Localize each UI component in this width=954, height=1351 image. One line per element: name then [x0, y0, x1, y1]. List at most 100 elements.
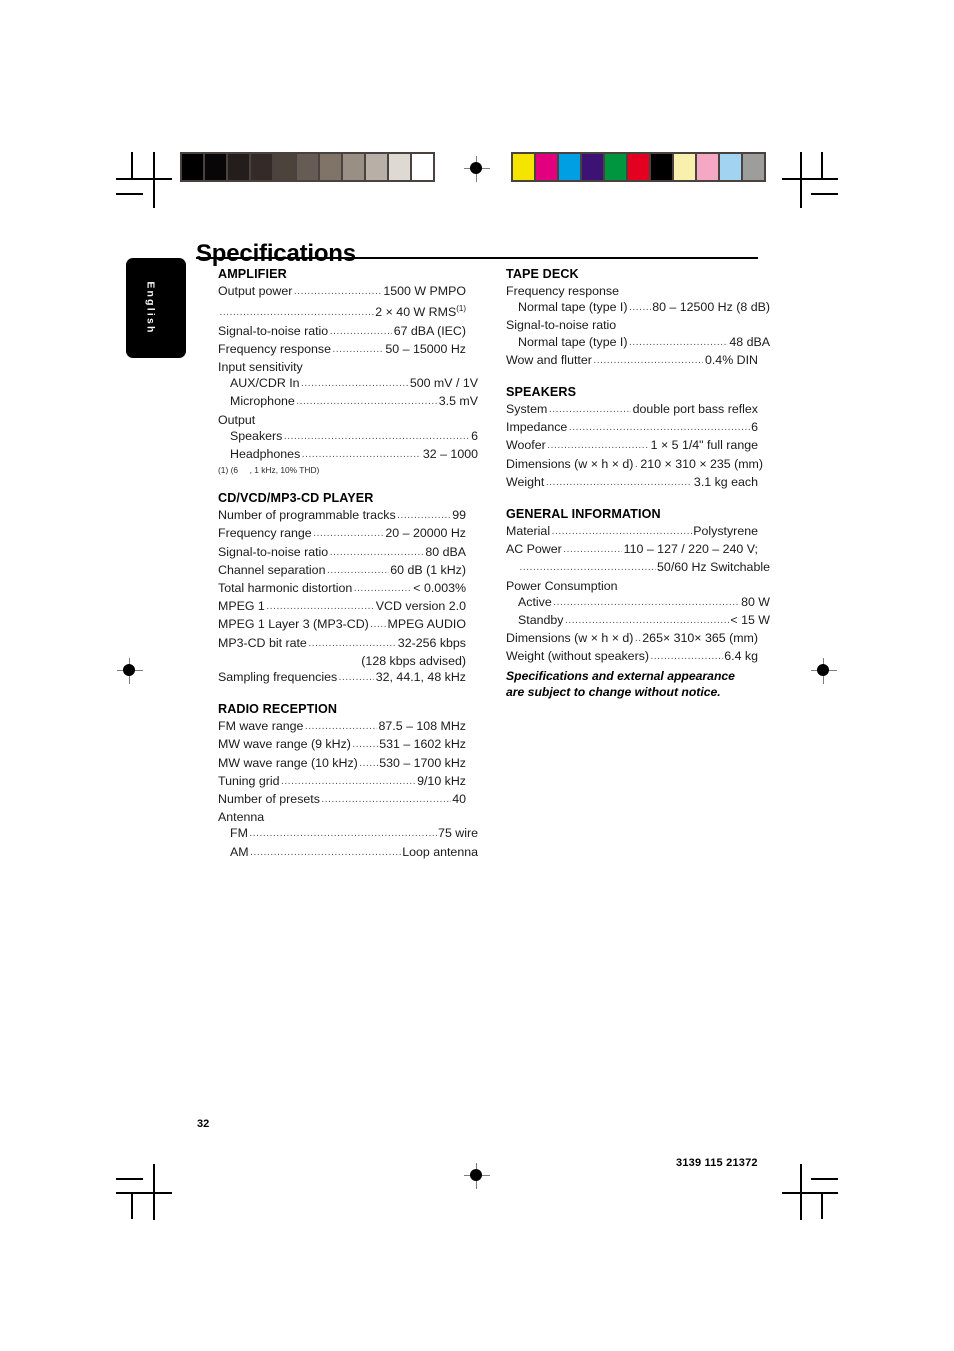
- spec-value: 2 × 40 W RMS(1): [375, 304, 466, 320]
- crop-mark-top-left-vertical: [153, 152, 155, 208]
- crop-mark-bottom-left-outer-vertical: [131, 1192, 133, 1219]
- spec-label: Headphones: [230, 446, 301, 461]
- spec-row: Dimensions (w × h × d) 210 × 310 × 235 (m…: [506, 456, 763, 474]
- calibration-patch: [605, 154, 626, 180]
- section-heading-amplifier: AMPLIFIER: [218, 267, 287, 281]
- spec-label: Standby: [518, 613, 564, 628]
- leader-dots: [301, 376, 408, 392]
- spec-value: 75 wire: [438, 826, 478, 841]
- leader-dots: [332, 342, 383, 358]
- leader-dots: [249, 826, 436, 842]
- section-rows-tape-deck: Frequency response Normal tape (type I) 80…: [506, 283, 770, 370]
- section-rows-speakers: System double port bass reflex Impedance 6 W…: [506, 401, 763, 492]
- section-heading-general-information: GENERAL INFORMATION: [506, 507, 661, 522]
- spec-label: Output power: [218, 284, 293, 298]
- spec-value: 40: [452, 792, 466, 806]
- registration-target-left: [117, 658, 143, 684]
- spec-label: MPEG 1: [218, 599, 265, 614]
- spec-label: FM wave range: [218, 719, 304, 734]
- spec-value: 80 dBA: [425, 544, 466, 559]
- spec-value: 500 mV / 1V: [409, 376, 478, 391]
- spec-value: Loop antenna: [402, 844, 478, 859]
- spec-label: AM: [230, 844, 249, 859]
- spec-label: Number of presets: [218, 792, 320, 806]
- spec-row: Signal-to-noise ratio 80 dBA: [218, 544, 466, 562]
- section-rows-radio: FM wave range 87.5 – 108 MHz MW wave range…: [218, 718, 478, 862]
- spec-value: 50 – 15000 Hz: [385, 341, 466, 356]
- spec-value: 50/60 Hz Switchable: [657, 560, 770, 575]
- spec-value: 67 dBA (IEC): [393, 323, 466, 338]
- leader-dots: [302, 447, 422, 463]
- title-divider: [196, 257, 758, 260]
- spec-label: Active: [518, 594, 552, 609]
- leader-dots: [629, 335, 728, 351]
- spec-row: Number of programmable tracks 99: [218, 507, 466, 525]
- spec-value: 210 × 310 × 235 (mm): [640, 456, 764, 471]
- spec-row: MP3-CD bit rate 32-256 kbps: [218, 635, 466, 653]
- spec-row: Wow and flutter 0.4% DIN: [506, 352, 758, 370]
- spec-value: 3.5 mV: [438, 394, 478, 409]
- spec-row: Headphones 32 – 1000: [218, 446, 478, 464]
- spec-label: Normal tape (type I): [518, 334, 628, 349]
- spec-row: Microphone 3.5 mV: [218, 393, 478, 411]
- calibration-patch: [674, 154, 695, 180]
- spec-row: 50/60 Hz Switchable: [506, 559, 770, 577]
- spec-row: MW wave range (10 kHz) 530 – 1700 kHz: [218, 755, 466, 773]
- calibration-patch: [228, 154, 249, 180]
- crop-mark-bottom-right-outer-horizontal: [811, 1178, 838, 1180]
- leader-dots: [651, 649, 723, 665]
- spec-label: Number of programmable tracks: [218, 508, 396, 523]
- spec-label: Frequency response: [218, 341, 331, 356]
- spec-label: Signal-to-noise ratio: [218, 544, 329, 559]
- leader-dots: [520, 560, 656, 576]
- spec-label: Impedance: [506, 420, 568, 435]
- spec-row: Active 80 W: [506, 594, 770, 612]
- calibration-patch: [651, 154, 672, 180]
- language-tab: English: [126, 258, 186, 358]
- leader-dots: [305, 719, 377, 735]
- spec-label: Woofer: [506, 438, 546, 453]
- calibration-patch: [536, 154, 557, 180]
- spec-label: Wow and flutter: [506, 352, 592, 367]
- spec-row: AC Power 110 – 127 / 220 – 240 V;: [506, 541, 758, 559]
- leader-dots: [354, 581, 412, 597]
- spec-value: 87.5 – 108 MHz: [378, 719, 466, 734]
- calibration-patch: [251, 154, 272, 180]
- spec-value: 9/10 kHz: [417, 773, 466, 788]
- page-number: 32: [197, 1118, 210, 1130]
- spec-value: 48 dBA: [729, 334, 770, 349]
- leader-dots: [359, 756, 377, 772]
- leader-dots: [397, 508, 451, 524]
- spec-label: Signal-to-noise ratio: [218, 323, 329, 338]
- spec-row: Channel separation 60 dB (1 kHz): [218, 562, 466, 580]
- calibration-patch: [582, 154, 603, 180]
- spec-value: 6: [471, 428, 478, 443]
- spec-row: Standby < 15 W: [506, 612, 770, 630]
- leader-dots: [330, 324, 392, 340]
- section-rows-amplifier: Output power 1500 W PMPO 2 × 40 W RMS(1) Si…: [218, 283, 478, 464]
- spec-label: Frequency range: [218, 526, 312, 541]
- leader-dots: [284, 429, 470, 445]
- leader-dots: [330, 545, 424, 561]
- spec-value: < 0.003%: [413, 580, 466, 595]
- color-calibration-strip: [511, 152, 766, 182]
- section-rows-cd-player: Number of programmable tracks 99 Frequency…: [218, 507, 466, 687]
- leader-dots: [281, 774, 416, 790]
- spec-label: Normal tape (type I): [518, 300, 628, 315]
- spec-value: 3.1 kg each: [693, 474, 758, 489]
- spec-value: 6: [751, 420, 758, 435]
- right-spec-column: TAPE DECK Frequency response Normal tape …: [506, 266, 770, 667]
- crop-mark-top-right-vertical: [800, 152, 802, 208]
- spec-value: 531 – 1602 kHz: [379, 737, 466, 752]
- spec-label: AUX/CDR In: [230, 376, 300, 391]
- page-title: Specifications: [196, 240, 356, 268]
- section-rows-general-information: Material Polystyrene AC Power 110 – 127 / 2…: [506, 523, 770, 667]
- calibration-patch: [743, 154, 764, 180]
- spec-row: Normal tape (type I) 48 dBA: [506, 334, 770, 352]
- calibration-patch: [343, 154, 364, 180]
- spec-row: Tuning grid 9/10 kHz: [218, 773, 466, 791]
- spec-value: 6.4 kg: [724, 649, 758, 664]
- calibration-patch: [320, 154, 341, 180]
- leader-dots: [313, 526, 384, 542]
- crop-mark-top-right-outer-horizontal: [811, 193, 838, 195]
